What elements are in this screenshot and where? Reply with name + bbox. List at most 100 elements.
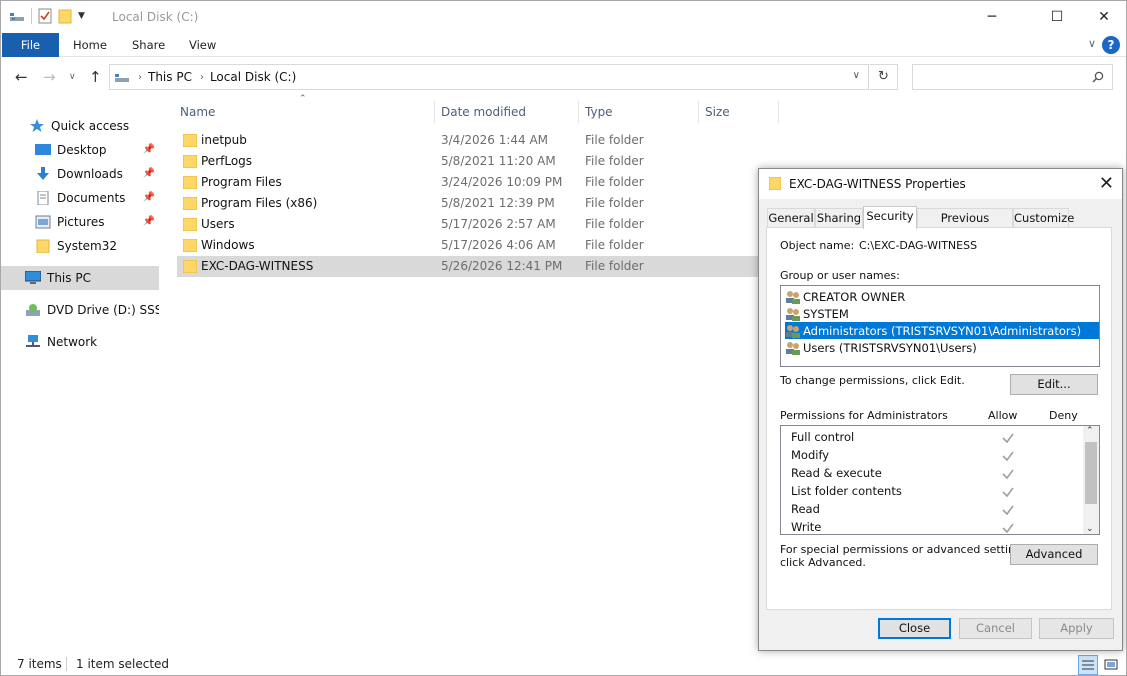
tab-file[interactable]: File	[2, 33, 59, 57]
list-item[interactable]: CREATOR OWNER	[785, 288, 1099, 305]
nav-desktop[interactable]: Desktop 📌	[1, 138, 159, 162]
nav-this-pc[interactable]: This PC	[1, 266, 159, 290]
table-row[interactable]: Windows 5/17/2026 4:06 AM File folder	[177, 235, 759, 256]
desktop-icon	[35, 144, 51, 155]
permission-row: List folder contents	[791, 484, 1091, 502]
user-group-icon	[786, 290, 800, 304]
nav-documents[interactable]: Documents 📌	[1, 186, 159, 210]
nav-quick-access[interactable]: Quick access	[1, 114, 159, 138]
permissions-scrollbar[interactable]: ⌃ ⌄	[1083, 426, 1099, 534]
nav-label: Network	[47, 335, 98, 349]
column-header-name[interactable]: Name	[180, 101, 215, 123]
address-bar[interactable]: › This PC › Local Disk (C:) ∨	[109, 64, 869, 90]
table-row[interactable]: Program Files 3/24/2026 10:09 PM File fo…	[177, 172, 759, 193]
permissions-list[interactable]: Full control Modify Read & execute List …	[780, 425, 1100, 535]
properties-dialog: EXC-DAG-WITNESS Properties ✕ General Sha…	[758, 168, 1123, 651]
column-header-date[interactable]: Date modified	[441, 101, 526, 123]
tab-share[interactable]: Share	[118, 33, 179, 57]
permission-name: List folder contents	[791, 484, 902, 498]
column-header-type[interactable]: Type	[585, 101, 613, 123]
item-count: 7 items	[17, 657, 62, 671]
column-header-size[interactable]: Size	[705, 101, 730, 123]
toolbar-dropdown-icon[interactable]: ▼	[78, 11, 85, 21]
user-list[interactable]: CREATOR OWNER SYSTEM Administrators (TRI…	[780, 285, 1100, 367]
up-arrow-icon[interactable]: ↑	[89, 68, 102, 86]
drive-icon[interactable]	[9, 9, 25, 23]
table-row[interactable]: Program Files (x86) 5/8/2021 12:39 PM Fi…	[177, 193, 759, 214]
permissions-for-label: Permissions for Administrators	[780, 409, 948, 422]
toolbar-divider	[31, 8, 32, 24]
file-date: 5/26/2026 12:41 PM	[441, 259, 563, 273]
table-row[interactable]: PerfLogs 5/8/2021 11:20 AM File folder	[177, 151, 759, 172]
group-names-label: Group or user names:	[780, 269, 900, 282]
security-panel: Object name: C:\EXC-DAG-WITNESS Group or…	[766, 227, 1112, 610]
nav-downloads[interactable]: Downloads 📌	[1, 162, 159, 186]
recent-dropdown-icon[interactable]: ∨	[69, 72, 76, 82]
special-permissions-text: For special permissions or advanced sett…	[780, 543, 1032, 556]
tab-general[interactable]: General	[767, 208, 815, 228]
nav-system32[interactable]: System32	[1, 234, 159, 258]
column-divider[interactable]	[778, 101, 779, 123]
list-item[interactable]: Users (TRISTSRVSYN01\Users)	[785, 339, 1099, 356]
scroll-down-icon[interactable]: ⌄	[1086, 524, 1094, 534]
help-icon[interactable]: ?	[1102, 36, 1120, 54]
checkmark-icon	[1002, 505, 1014, 516]
permission-row: Read	[791, 502, 1091, 520]
search-input[interactable]	[912, 64, 1113, 90]
tab-previous-versions[interactable]: Previous Versions	[917, 208, 1013, 243]
details-view-button[interactable]	[1078, 655, 1098, 675]
back-arrow-icon[interactable]: ←	[15, 68, 28, 86]
object-name-value: C:\EXC-DAG-WITNESS	[859, 239, 978, 252]
object-name-label: Object name:	[780, 239, 855, 252]
advanced-button[interactable]: Advanced	[1010, 544, 1098, 565]
properties-check-icon[interactable]	[38, 8, 52, 24]
forward-arrow-icon[interactable]: →	[43, 68, 56, 86]
nav-network[interactable]: Network	[1, 330, 159, 354]
table-row[interactable]: Users 5/17/2026 2:57 AM File folder	[177, 214, 759, 235]
permission-row: Read & execute	[791, 466, 1091, 484]
folder-icon	[183, 197, 197, 210]
close-button[interactable]: Close	[878, 618, 951, 639]
computer-icon	[25, 271, 41, 284]
user-name: CREATOR OWNER	[803, 289, 906, 304]
address-dropdown-icon[interactable]: ∨	[853, 70, 860, 81]
tab-home[interactable]: Home	[59, 33, 121, 57]
nav-label: This PC	[47, 271, 91, 285]
table-row[interactable]: inetpub 3/4/2026 1:44 AM File folder	[177, 130, 759, 151]
maximize-button[interactable]: ☐	[1034, 1, 1080, 33]
cancel-button[interactable]: Cancel	[959, 618, 1032, 639]
breadcrumb-local-disk[interactable]: Local Disk (C:)	[210, 70, 296, 84]
column-divider[interactable]	[578, 101, 579, 123]
nav-pictures[interactable]: Pictures 📌	[1, 210, 159, 234]
tab-customize[interactable]: Customize	[1013, 208, 1074, 228]
large-icons-view-button[interactable]	[1101, 655, 1121, 675]
close-window-button[interactable]: ✕	[1081, 1, 1126, 33]
column-divider[interactable]	[698, 101, 699, 123]
star-icon	[30, 119, 44, 132]
edit-button[interactable]: Edit...	[1010, 374, 1098, 395]
scroll-thumb[interactable]	[1085, 442, 1097, 504]
table-row[interactable]: EXC-DAG-WITNESS 5/26/2026 12:41 PM File …	[177, 256, 759, 277]
breadcrumb-this-pc[interactable]: This PC	[148, 70, 192, 84]
new-folder-icon[interactable]	[58, 8, 72, 24]
list-item[interactable]: SYSTEM	[785, 305, 1099, 322]
dvd-icon	[26, 304, 40, 316]
column-divider[interactable]	[434, 101, 435, 123]
tab-security[interactable]: Security	[863, 206, 917, 229]
apply-button[interactable]: Apply	[1039, 618, 1114, 639]
ribbon-expand-icon[interactable]: ∨	[1088, 37, 1096, 50]
nav-dvd-drive[interactable]: DVD Drive (D:) SSS_X6	[1, 298, 159, 322]
file-date: 3/24/2026 10:09 PM	[441, 175, 563, 189]
file-date: 5/8/2021 11:20 AM	[441, 154, 556, 168]
breadcrumb-chevron-icon: ›	[138, 71, 142, 83]
refresh-button[interactable]: ↻	[870, 64, 898, 90]
minimize-button[interactable]: ─	[969, 1, 1015, 33]
dialog-close-icon[interactable]: ✕	[1099, 173, 1114, 194]
list-item-selected[interactable]: Administrators (TRISTSRVSYN01\Administra…	[785, 322, 1099, 339]
scroll-up-icon[interactable]: ⌃	[1086, 426, 1094, 436]
tab-sharing[interactable]: Sharing	[815, 208, 863, 228]
nav-label: System32	[57, 239, 118, 253]
deny-column-label: Deny	[1049, 409, 1078, 422]
tab-view[interactable]: View	[175, 33, 230, 57]
file-name: inetpub	[201, 133, 247, 147]
